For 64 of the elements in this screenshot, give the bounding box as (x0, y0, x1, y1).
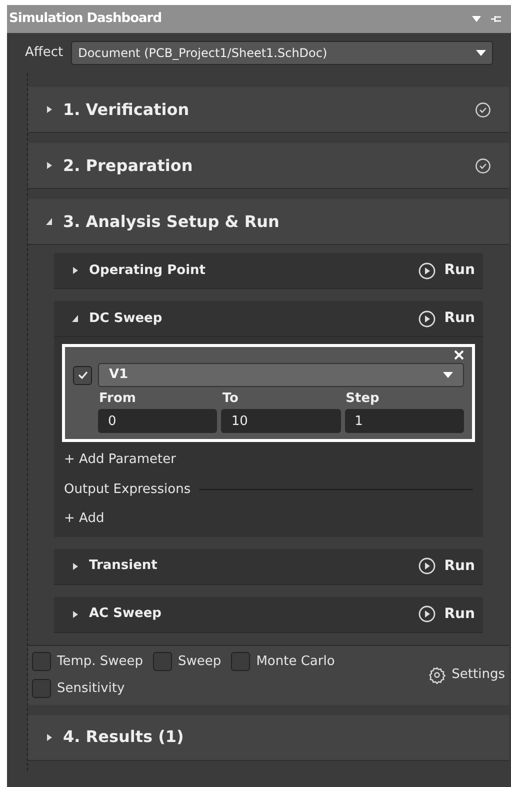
window-title: Simulation Dashboard (9, 10, 163, 28)
value-field[interactable]: 1 (344, 409, 464, 433)
analysis-title: Transient (89, 557, 158, 576)
dropdown-arrow-icon (443, 372, 453, 378)
section-title: 2. Preparation (63, 154, 194, 176)
checkbox[interactable] (73, 366, 92, 384)
check-icon (78, 371, 88, 379)
section-title: 3. Analysis Setup & Run (63, 210, 280, 232)
add-parameter-link[interactable]: + Add Parameter (64, 450, 473, 470)
section-title: 1. Verification (63, 98, 190, 120)
play-icon (418, 262, 436, 280)
run-button[interactable]: Run (418, 260, 475, 281)
collapsed-caret-icon[interactable] (46, 732, 53, 742)
checkbox[interactable] (32, 679, 51, 698)
analysis-header[interactable]: DC Sweep Run (54, 301, 483, 337)
add-output-link[interactable]: + Add (64, 509, 473, 528)
dropdown-arrow-icon[interactable] (472, 16, 481, 22)
settings-icon (428, 666, 446, 684)
section-header[interactable]: 4. Results (1) (28, 714, 509, 760)
section-header[interactable]: 1. Verification (28, 87, 509, 133)
close-icon[interactable] (454, 350, 464, 360)
section-header[interactable]: 3. Analysis Setup & Run (28, 199, 509, 245)
collapsed-caret-icon[interactable] (72, 266, 79, 275)
settings-button[interactable]: Settings (428, 665, 505, 685)
checkbox[interactable] (231, 652, 250, 671)
play-icon (418, 310, 436, 328)
field-label: Step (344, 390, 380, 408)
collapsed-caret-icon[interactable] (72, 610, 79, 618)
analysis-title: DC Sweep (89, 310, 164, 328)
check-circle-icon (475, 102, 491, 118)
analysis-header[interactable]: Operating Point Run (54, 253, 483, 289)
field-label: To (221, 390, 240, 408)
option-label: Monte Carlo (256, 652, 335, 670)
value-field[interactable]: 0 (98, 409, 218, 433)
value-field[interactable]: 10 (221, 409, 341, 433)
analysis-title: Operating Point (89, 262, 206, 280)
section-header[interactable]: 2. Preparation (28, 143, 509, 189)
output-expressions-heading: Output Expressions (64, 480, 191, 498)
pin-icon[interactable] (491, 14, 501, 24)
collapsed-caret-icon[interactable] (72, 562, 79, 570)
checkbox[interactable] (32, 652, 51, 671)
collapsed-caret-icon[interactable] (46, 105, 53, 114)
run-button[interactable]: Run (418, 308, 475, 329)
section-title: 4. Results (1) (63, 726, 185, 748)
source-dropdown[interactable]: V1 (98, 363, 464, 387)
run-button[interactable]: Run (418, 556, 475, 576)
play-icon (418, 557, 436, 575)
analysis-title: AC Sweep (89, 605, 162, 624)
analysis-header[interactable]: Transient Run (54, 548, 483, 584)
play-icon (418, 605, 436, 623)
analysis-header[interactable]: AC Sweep Run (54, 596, 483, 632)
option-label: Temp. Sweep (57, 652, 144, 670)
expanded-caret-icon[interactable] (72, 314, 79, 323)
expanded-caret-icon[interactable] (46, 217, 53, 226)
run-button[interactable]: Run (418, 604, 475, 624)
dropdown-arrow-icon (476, 50, 486, 56)
affect-dropdown[interactable]: Document (PCB_Project1/Sheet1.SchDoc) (71, 41, 493, 65)
checkbox[interactable] (153, 652, 172, 671)
option-label: Sweep (178, 652, 222, 670)
option-label: Sensitivity (57, 680, 125, 698)
collapsed-caret-icon[interactable] (46, 161, 53, 170)
check-circle-icon (475, 158, 491, 174)
affect-label: Affect (25, 44, 64, 62)
field-label: From (98, 390, 137, 408)
